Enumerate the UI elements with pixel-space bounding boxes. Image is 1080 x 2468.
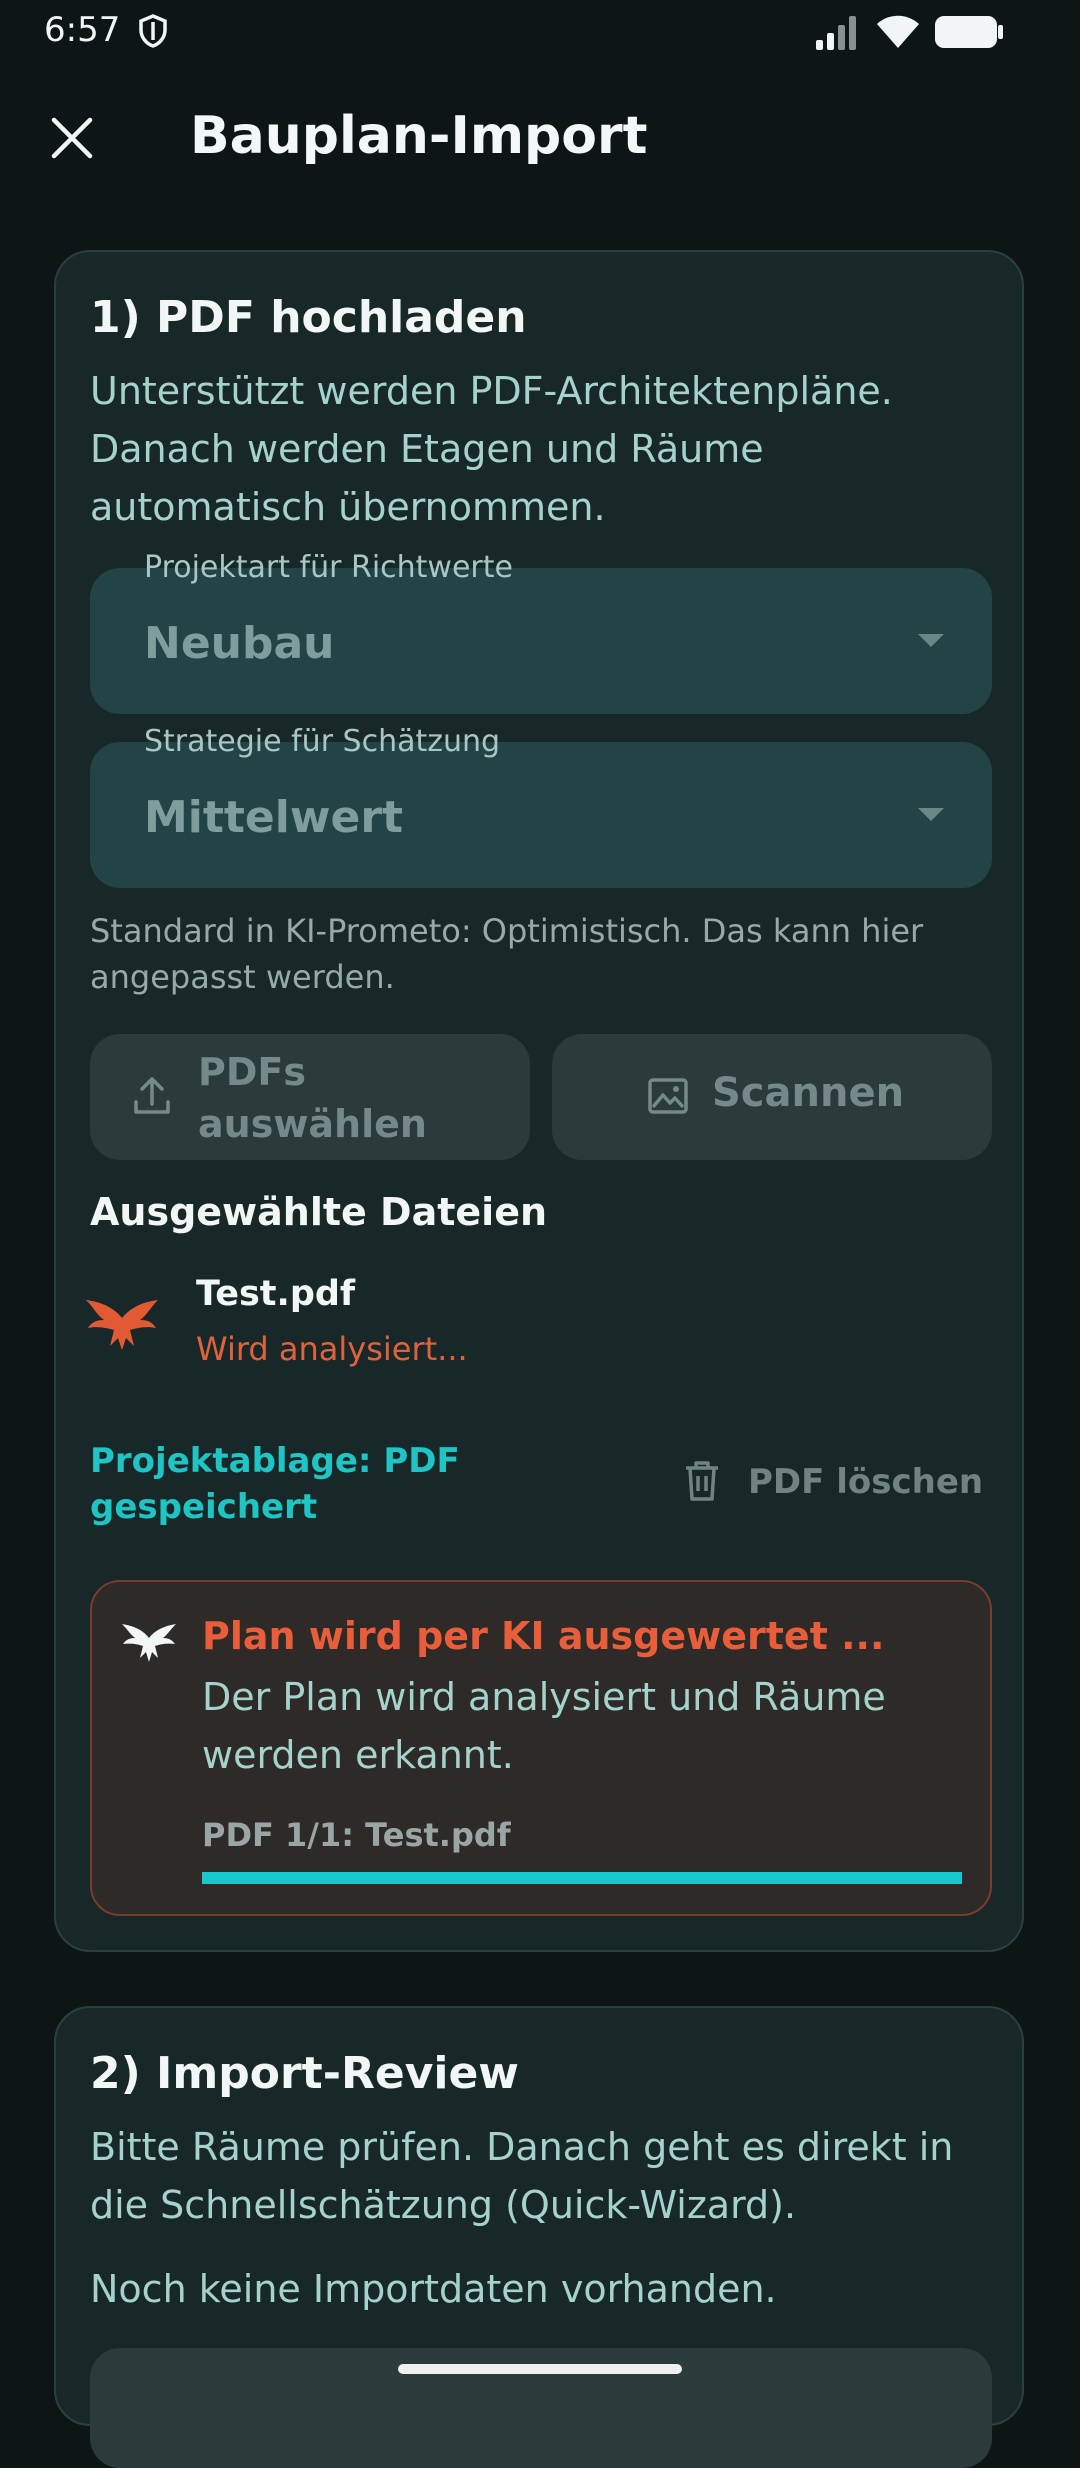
analysis-progress-panel: Plan wird per KI ausgewertet ... Der Pla…: [90, 1580, 992, 1916]
wifi-icon: [877, 15, 919, 48]
empty-state-text: Noch keine Importdaten vorhanden.: [90, 2267, 777, 2311]
trash-icon: [686, 1461, 718, 1501]
strategy-select[interactable]: Strategie für Schätzung Mittelwert: [90, 724, 992, 888]
dropdown-caret-icon: [918, 634, 944, 647]
section-title: 2) Import-Review: [90, 2048, 519, 2099]
import-review-card: 2) Import-Review Bitte Räume prüfen. Dan…: [54, 2006, 1024, 2468]
delete-pdf-button[interactable]: PDF löschen: [676, 1452, 1006, 1516]
delete-pdf-label: PDF löschen: [748, 1462, 984, 1502]
strategy-value: Mittelwert: [144, 792, 404, 843]
page-title: Bauplan-Import: [190, 106, 648, 166]
progress-label: PDF 1/1: Test.pdf: [202, 1816, 511, 1854]
select-pdfs-button[interactable]: PDFs auswählen: [90, 1034, 530, 1160]
progress-bar-fill: [202, 1872, 962, 1884]
scan-button[interactable]: Scannen: [552, 1034, 992, 1160]
home-indicator[interactable]: [398, 2364, 682, 2374]
signal-icon: [816, 16, 856, 50]
section-description: Bitte Räume prüfen. Danach geht es direk…: [90, 2125, 954, 2227]
project-type-value: Neubau: [144, 618, 335, 669]
section-title: 1) PDF hochladen: [90, 292, 527, 343]
status-bar: 6:57: [0, 0, 1080, 62]
scan-label: Scannen: [712, 1070, 905, 1116]
file-status: Wird analysiert...: [196, 1330, 468, 1368]
project-type-select[interactable]: Projektart für Richtwerte Neubau: [90, 550, 992, 714]
status-time: 6:57: [44, 10, 121, 50]
strategy-hint: Standard in KI-Prometo: Optimistisch. Da…: [90, 912, 924, 996]
project-type-label: Projektart für Richtwerte: [144, 550, 513, 585]
dropdown-caret-icon: [918, 808, 944, 821]
shield-icon: [139, 14, 167, 48]
storage-status: Projektablage: PDF gespeichert: [90, 1441, 460, 1527]
section-description: Unterstützt werden PDF-Architektenpläne.…: [90, 369, 893, 529]
analysis-description: Der Plan wird analysiert und Räume werde…: [202, 1675, 886, 1777]
file-name: Test.pdf: [196, 1274, 356, 1314]
bird-icon: [122, 1624, 176, 1662]
battery-icon: [935, 16, 1003, 48]
progress-bar: [202, 1872, 962, 1884]
strategy-label: Strategie für Schätzung: [144, 724, 501, 759]
upload-icon: [134, 1077, 170, 1114]
close-icon[interactable]: [46, 112, 98, 164]
pdf-upload-card: 1) PDF hochladen Unterstützt werden PDF-…: [54, 250, 1024, 1952]
phoenix-logo-icon: [86, 1300, 158, 1350]
image-icon: [648, 1078, 688, 1114]
select-pdfs-label: PDFs auswählen: [198, 1050, 427, 1146]
app-bar: Bauplan-Import: [0, 90, 1080, 186]
analysis-title: Plan wird per KI ausgewertet ...: [202, 1614, 885, 1658]
selected-files-heading: Ausgewählte Dateien: [90, 1190, 548, 1234]
